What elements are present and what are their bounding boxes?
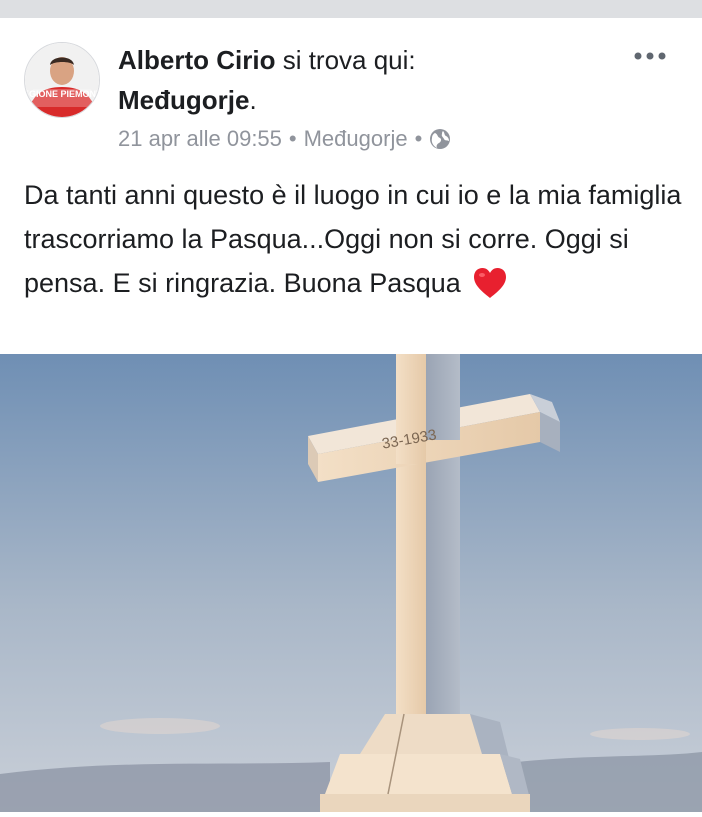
- avatar-text: REGIONE PIEMONTE: [25, 89, 99, 99]
- post-photo[interactable]: 33-1933: [0, 354, 702, 812]
- cross-photo: 33-1933: [0, 354, 702, 812]
- place-suffix: .: [249, 85, 257, 115]
- top-separator: [0, 0, 702, 18]
- globe-icon: [429, 128, 451, 150]
- feed-post: REGIONE PIEMONTE Alberto Cirio si trova …: [0, 18, 702, 812]
- post-location[interactable]: Međugorje: [304, 124, 408, 154]
- post-text: Da tanti anni questo è il luogo in cui i…: [24, 180, 682, 298]
- post-header: Alberto Cirio si trova qui:: [118, 44, 416, 76]
- avatar[interactable]: REGIONE PIEMONTE: [24, 42, 100, 118]
- place-link[interactable]: Međugorje: [118, 85, 249, 115]
- avatar-image: REGIONE PIEMONTE: [25, 43, 99, 117]
- meta-separator: •: [288, 126, 297, 151]
- post-meta: 21 apr alle 09:55 • Međugorje •: [118, 124, 451, 154]
- place-line: Međugorje.: [118, 84, 257, 116]
- more-options-icon[interactable]: [630, 46, 670, 70]
- checkin-verb: si trova qui:: [282, 45, 416, 75]
- red-heart-icon: [472, 266, 508, 313]
- meta-separator: •: [414, 126, 423, 151]
- post-timestamp[interactable]: 21 apr alle 09:55: [118, 124, 282, 154]
- post-message: Da tanti anni questo è il luogo in cui i…: [24, 173, 684, 313]
- author-name[interactable]: Alberto Cirio: [118, 45, 275, 75]
